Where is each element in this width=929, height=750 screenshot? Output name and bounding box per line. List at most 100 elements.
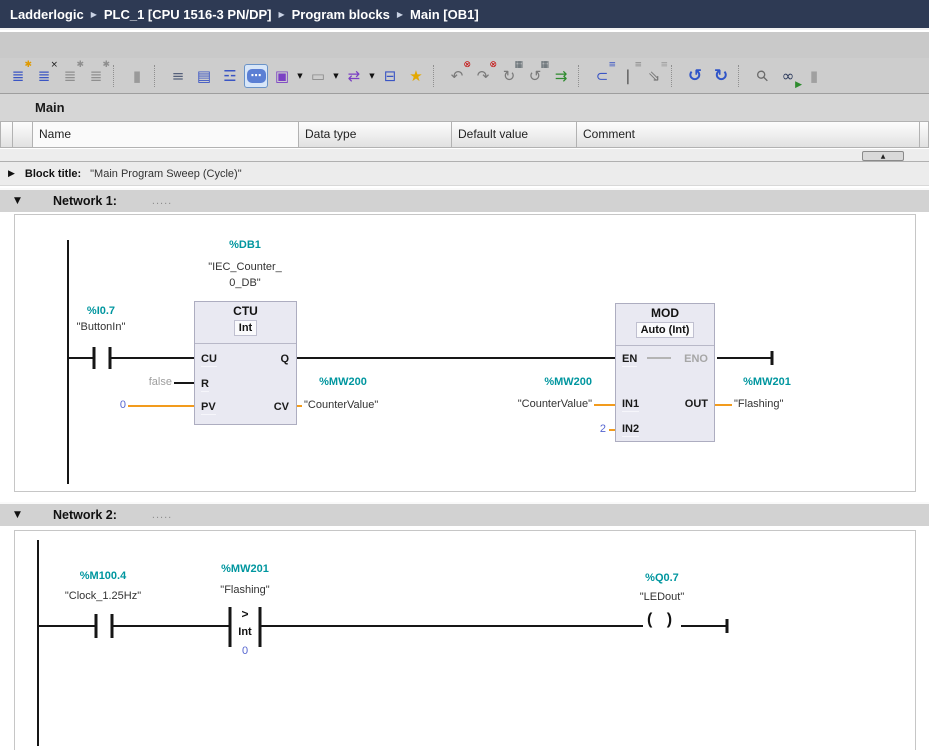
insert-jump-label-icon[interactable]: ⇄ [342,64,366,88]
insert-jump-label-dropdown-icon[interactable]: ▼ [367,64,377,88]
mod-mode-selector[interactable]: Auto (Int) [636,322,695,338]
collapse-interface-button[interactable]: ▲ [862,151,904,161]
close-all-networks-icon[interactable]: ∣≡ [616,64,640,88]
insert-empty-box-icon[interactable]: ▣ [270,64,294,88]
insert-empty-box-dropdown-icon[interactable]: ▼ [295,64,305,88]
update-block-calls-icon[interactable]: ↻▦ [497,64,521,88]
comparator-name[interactable]: "Flashing" [195,584,295,597]
network-2-canvas[interactable] [14,530,916,750]
ctu-db-address[interactable]: %DB1 [195,239,295,252]
free-form-comments-icon[interactable]: ⋯ [244,64,268,88]
title-strip [0,32,929,58]
ctu-db-name-line1[interactable]: "IEC_Counter_ [185,261,305,274]
breadcrumb-item-plc[interactable]: PLC_1 [CPU 1516-3 PN/DP] [104,7,272,22]
network-2-comment-placeholder[interactable]: ..... [152,509,172,521]
find-and-replace-icon[interactable]: ⚲ [750,64,774,88]
breadcrumb-separator-icon: ▶ [397,9,403,19]
mod-in2-value[interactable]: 2 [580,423,606,436]
toolbar-separator [671,65,679,87]
network-2-header[interactable]: ▼ Network 2: ..... [0,502,929,526]
comparator-value[interactable]: 0 [230,645,260,658]
toolbar-separator [578,65,586,87]
contact-clock-name[interactable]: "Clock_1.25Hz" [28,590,178,603]
network-overview-icon[interactable]: ≡ [166,64,190,88]
network-1-canvas[interactable] [14,214,916,492]
ctu-type-selector[interactable]: Int [234,320,257,336]
block-title-expander-icon[interactable]: ▶ [8,169,15,179]
insert-row-before-icon[interactable]: ≣✱ [58,64,82,88]
coil-ledout-address[interactable]: %Q0.7 [612,572,712,585]
network-1-collapse-icon[interactable]: ▼ [14,196,26,206]
insert-comment-dropdown-icon[interactable]: ▼ [331,64,341,88]
network-1-title[interactable]: Network 1: [53,194,117,208]
column-header-name[interactable]: Name [33,121,299,148]
ctu-pin-pv: PV [201,401,216,415]
breadcrumb-item-project[interactable]: Ladderlogic [10,7,84,22]
delete-network-icon[interactable]: ≣× [32,64,56,88]
block-title-label: Block title: [25,168,81,180]
mod-pin-en: EN [622,353,637,367]
ctu-header-divider [195,343,296,344]
comparator-address[interactable]: %MW201 [195,563,295,576]
ctu-counter-block[interactable]: CTU Int CU R PV Q CV [194,301,297,425]
contact-buttonin-name[interactable]: "ButtonIn" [41,321,161,334]
block-title-value[interactable]: "Main Program Sweep (Cycle)" [90,168,241,180]
column-header-comment[interactable]: Comment [577,121,920,148]
breadcrumb-item-main-ob1[interactable]: Main [OB1] [410,7,479,22]
ctu-db-name-line2[interactable]: 0_DB" [185,277,305,290]
row-marker-column [0,121,13,148]
breadcrumb-item-program-blocks[interactable]: Program blocks [292,7,390,22]
ctu-r-value[interactable]: false [130,376,172,389]
mod-block-title: MOD [616,306,714,320]
comparator-operator[interactable]: > [230,608,260,621]
contact-clock-address[interactable]: %M100.4 [53,570,153,583]
insert-comment-icon[interactable]: ▭ [306,64,330,88]
ctu-pv-value[interactable]: 0 [95,399,126,412]
out-operand-address[interactable]: %MW201 [722,376,812,389]
mod-pin-out: OUT [685,398,708,410]
toolbar-separator [738,65,746,87]
breadcrumb-separator-icon: ▶ [91,9,97,19]
monitoring-toggle-icon[interactable]: ∞▶ [776,64,800,88]
open-all-networks-icon[interactable]: ⊂≡ [590,64,614,88]
navigate-previous-icon[interactable]: ↺ [683,64,707,88]
block-title-row: ▶ Block title: "Main Program Sweep (Cycl… [0,162,929,186]
favorites-icon[interactable]: ★ [404,64,428,88]
column-header-data-type[interactable]: Data type [299,121,452,148]
network-list-icon[interactable]: ☲ [218,64,242,88]
interface-collapse-track[interactable]: ▲ [0,148,929,162]
cv-operand-name[interactable]: "CounterValue" [304,399,378,412]
icon-column [13,121,33,148]
contact-buttonin-address[interactable]: %I0.7 [51,305,151,318]
ctu-pin-r: R [201,378,209,392]
toolbar-separator [433,65,441,87]
synchronize-calls-icon[interactable]: ↺▦ [523,64,547,88]
insert-network-icon[interactable]: ≣✱ [6,64,30,88]
previous-error-icon[interactable]: ↶⊗ [445,64,469,88]
comparator-type[interactable]: Int [230,626,260,639]
cv-operand-address[interactable]: %MW200 [300,376,386,389]
interface-table-header: Name Data type Default value Comment [0,121,929,148]
network-2-collapse-icon[interactable]: ▼ [14,510,26,520]
in1-operand-address[interactable]: %MW200 [500,376,592,389]
block-protection-icon[interactable]: ▮ [802,64,826,88]
in1-operand-name[interactable]: "CounterValue" [482,398,592,411]
absolute-operands-icon[interactable]: ⊟ [378,64,402,88]
column-header-default-value[interactable]: Default value [452,121,577,148]
network-2-title[interactable]: Network 2: [53,508,117,522]
split-editor-view-icon[interactable]: ▤ [192,64,216,88]
collapse-networks-icon[interactable]: ⇘≡ [642,64,666,88]
coil-ledout-name[interactable]: "LEDout" [612,591,712,604]
insert-row-after-icon[interactable]: ≣✱ [84,64,108,88]
toolbar-separator [154,65,162,87]
load-to-device-icon[interactable]: ⇉ [549,64,573,88]
mod-block[interactable]: MOD Auto (Int) EN ENO IN1 IN2 OUT [615,303,715,442]
next-error-icon[interactable]: ↷⊗ [471,64,495,88]
network-1-comment-placeholder[interactable]: ..... [152,195,172,207]
network-1-header[interactable]: ▼ Network 1: ..... [0,188,929,212]
navigate-next-icon[interactable]: ↻ [709,64,733,88]
paste-block-icon[interactable]: ▮ [125,64,149,88]
block-name-row: Main [0,94,929,121]
out-operand-name[interactable]: "Flashing" [734,398,783,411]
coil-symbol[interactable]: ( ) [634,611,690,629]
